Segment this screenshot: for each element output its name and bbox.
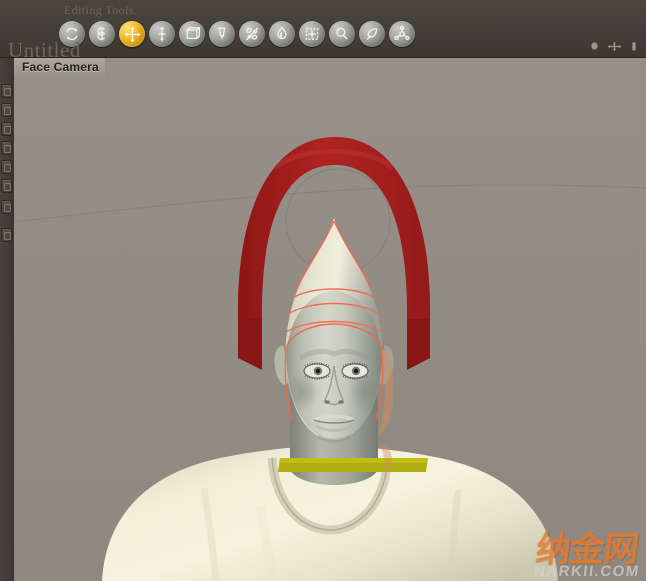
resize-grip-icon[interactable] — [630, 41, 638, 52]
region-select-icon — [305, 28, 319, 40]
translate-y-tool-button[interactable] — [149, 21, 175, 47]
tool-button-row — [59, 21, 415, 47]
document-title: Untitled — [8, 38, 81, 62]
scale-icon — [97, 27, 106, 41]
scale-tool-button[interactable] — [89, 21, 115, 47]
strip-button-2[interactable] — [1, 103, 12, 117]
joint-editor-icon — [394, 25, 410, 41]
window-control-icons — [590, 41, 638, 52]
viewport-render — [14, 58, 646, 581]
move-arrows-icon — [124, 26, 140, 42]
resize-box-tool-button[interactable] — [179, 21, 205, 47]
vertical-arrows-icon — [158, 26, 166, 42]
brush-tool-button[interactable] — [359, 21, 385, 47]
strip-button-1[interactable] — [1, 84, 12, 98]
joint-tool-button[interactable] — [389, 21, 415, 47]
strip-button-7[interactable] — [1, 200, 12, 214]
toolbar-title: Editing Tools. — [64, 3, 138, 17]
neck-band-selection — [278, 458, 428, 472]
camera-dot-icon[interactable] — [590, 41, 599, 52]
application-window: Editing Tools. Untitled Face Camera 纳金网 … — [0, 0, 646, 581]
strip-button-5[interactable] — [1, 160, 12, 174]
chisel-tool-button[interactable] — [209, 21, 235, 47]
strip-button-3[interactable] — [1, 122, 12, 136]
resize-box-icon — [186, 27, 201, 40]
magnify-tool-button[interactable] — [329, 21, 355, 47]
region-select-tool-button[interactable] — [299, 21, 325, 47]
morph-icon — [246, 27, 259, 41]
paint-bucket-tool-button[interactable] — [269, 21, 295, 47]
strip-button-6[interactable] — [1, 179, 12, 193]
move-tool-button[interactable] — [119, 21, 145, 47]
strip-button-4[interactable] — [1, 141, 12, 155]
strip-button-8[interactable] — [1, 228, 12, 242]
chisel-icon — [218, 27, 226, 40]
magnifier-icon — [336, 27, 348, 40]
left-button-strip — [0, 58, 14, 581]
morph-tool-button[interactable] — [239, 21, 265, 47]
editing-tools-toolbar: Editing Tools. — [0, 0, 646, 58]
brush-icon — [366, 27, 378, 40]
3d-viewport[interactable]: Face Camera — [14, 58, 646, 581]
paint-bucket-icon — [277, 26, 287, 40]
move-gizmo-icon[interactable] — [607, 41, 622, 52]
